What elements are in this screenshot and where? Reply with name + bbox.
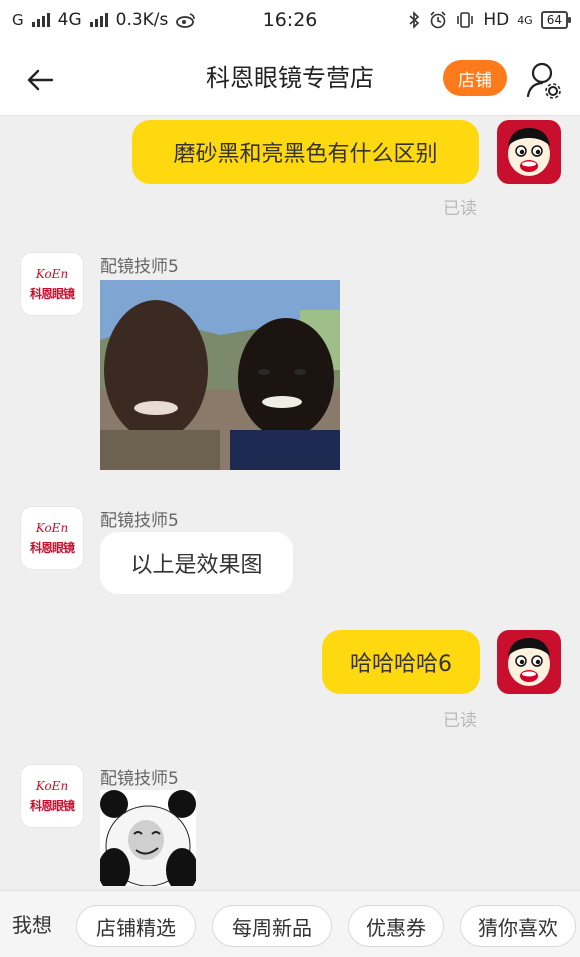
chip-weekly-new[interactable]: 每周新品 xyxy=(212,905,332,947)
sender-name: 配镜技师5 xyxy=(100,511,179,531)
user-avatar[interactable] xyxy=(497,120,561,184)
quick-reply-lead: 我想 xyxy=(12,913,52,937)
bluetooth-icon xyxy=(409,11,420,29)
status-bar: G 4G 0.3K/s 16:26 HD 4G 64 xyxy=(0,0,580,40)
user-settings-icon xyxy=(526,62,561,99)
read-status: 已读 xyxy=(443,711,477,731)
shop-avatar[interactable]: KoEn 科恩眼镜 xyxy=(20,506,84,570)
shop-logo-bottom: 科恩眼镜 xyxy=(29,799,75,813)
shop-logo-top: KoEn xyxy=(35,267,69,281)
chip-featured[interactable]: 店铺精选 xyxy=(76,905,196,947)
alarm-icon xyxy=(430,11,446,29)
chat-photo[interactable] xyxy=(100,280,340,470)
message-bubble-outgoing[interactable]: 哈哈哈哈6 xyxy=(322,630,480,694)
user-settings-button[interactable] xyxy=(524,60,564,100)
network-type: 4G xyxy=(57,10,82,30)
shop-logo-bottom: 科恩眼镜 xyxy=(29,541,75,555)
photo-image xyxy=(100,280,340,470)
navigation-bar: 科恩眼镜专营店 店铺 xyxy=(0,40,580,116)
message-bubble-outgoing[interactable]: 磨砂黑和亮黑色有什么区别 xyxy=(132,120,479,184)
vibrate-icon xyxy=(457,12,474,28)
hd-label: HD xyxy=(483,10,510,30)
shop-avatar[interactable]: KoEn 科恩眼镜 xyxy=(20,252,84,316)
sender-name: 配镜技师5 xyxy=(100,257,179,277)
panda-sticker[interactable] xyxy=(100,790,196,886)
chip-guess-you-like[interactable]: 猜你喜欢 xyxy=(460,905,576,947)
chat-area[interactable]: 磨砂黑和亮黑色有什么区别 已读 KoEn 科恩眼镜 配镜技师5 KoEn 科恩眼… xyxy=(0,116,580,890)
quick-reply-bar: 我想 店铺精选 每周新品 优惠券 猜你喜欢 xyxy=(0,890,580,957)
panda-sticker-image xyxy=(100,790,196,886)
shop-avatar[interactable]: KoEn 科恩眼镜 xyxy=(20,764,84,828)
back-button[interactable] xyxy=(22,62,58,98)
cartoon-avatar-icon xyxy=(497,630,561,694)
cartoon-avatar-icon xyxy=(497,120,561,184)
back-arrow-icon xyxy=(27,69,54,91)
signal-bars-icon xyxy=(31,13,50,27)
read-status: 已读 xyxy=(443,199,477,219)
signal-bars-icon-2 xyxy=(89,13,108,27)
weibo-icon xyxy=(176,13,196,28)
chip-coupon[interactable]: 优惠券 xyxy=(348,905,444,947)
message-bubble-incoming[interactable]: 以上是效果图 xyxy=(100,532,293,594)
status-right: HD 4G 64 xyxy=(407,10,572,30)
shop-logo-top: KoEn xyxy=(35,521,69,535)
sender-name: 配镜技师5 xyxy=(100,769,179,789)
signal-icon: G xyxy=(12,11,24,29)
network-speed: 0.3K/s xyxy=(115,10,169,30)
user-avatar[interactable] xyxy=(497,630,561,694)
store-button[interactable]: 店铺 xyxy=(443,60,507,96)
lte-icon: 4G xyxy=(517,13,533,27)
shop-logo-bottom: 科恩眼镜 xyxy=(29,287,75,301)
shop-logo-top: KoEn xyxy=(35,779,69,793)
status-left: G 4G 0.3K/s xyxy=(12,10,196,30)
battery-icon: 64 xyxy=(540,11,572,29)
